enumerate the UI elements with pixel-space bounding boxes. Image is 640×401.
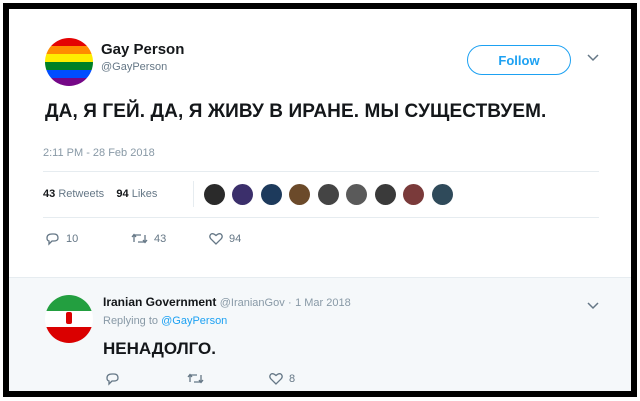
reply-like-count: 8 xyxy=(289,372,296,385)
stats-divider xyxy=(193,181,194,207)
liker-avatar[interactable] xyxy=(289,184,311,205)
likes-label: Likes xyxy=(131,188,158,200)
tweet-timestamp[interactable]: 2:11 PM - 28 Feb 2018 xyxy=(43,147,155,159)
liker-avatar[interactable] xyxy=(431,184,453,205)
chevron-down-icon[interactable] xyxy=(587,51,599,65)
reply-action[interactable]: 10 xyxy=(45,232,78,246)
divider xyxy=(43,171,599,172)
reply-retweet-action[interactable] xyxy=(187,372,204,385)
likes-count: 94 xyxy=(116,188,129,200)
reply-like-action[interactable]: 8 xyxy=(269,372,295,385)
liker-avatar[interactable] xyxy=(232,184,254,205)
retweet-icon xyxy=(187,373,204,384)
reply-separator: · xyxy=(288,297,292,309)
reply-header: Iranian Government @IranianGov · 1 Mar 2… xyxy=(103,295,351,309)
chevron-down-icon[interactable] xyxy=(587,299,599,313)
like-count: 94 xyxy=(229,232,242,245)
replying-to: Replying to @GayPerson xyxy=(103,315,227,327)
avatar-iranian-government[interactable] xyxy=(45,295,93,343)
retweets-stat[interactable]: 43 Retweets xyxy=(43,188,104,200)
reply-icon xyxy=(106,373,119,386)
author-name[interactable]: Gay Person xyxy=(101,41,184,58)
reply-reply-action[interactable] xyxy=(105,372,120,386)
reply-author-name[interactable]: Iranian Government xyxy=(103,295,216,309)
liker-avatar[interactable] xyxy=(374,184,396,205)
retweet-icon xyxy=(131,233,148,244)
tweet-text: ДА, Я ГЕЙ. ДА, Я ЖИВУ В ИРАНЕ. МЫ СУЩЕСТ… xyxy=(45,101,547,122)
reply-count: 10 xyxy=(66,233,79,245)
divider xyxy=(43,217,599,218)
replying-to-link[interactable]: @GayPerson xyxy=(161,315,227,327)
retweet-count: 43 xyxy=(154,232,167,245)
reply-text: НЕНАДОЛГО. xyxy=(103,339,216,358)
reply-date[interactable]: 1 Mar 2018 xyxy=(295,297,351,309)
liker-avatar[interactable] xyxy=(260,184,282,205)
tweet-stats: 43 Retweets 94 Likes xyxy=(43,188,157,200)
reply-author-handle[interactable]: @IranianGov xyxy=(220,297,285,309)
heart-icon xyxy=(209,233,223,245)
divider xyxy=(9,277,631,278)
author-handle[interactable]: @GayPerson xyxy=(101,61,167,73)
like-action[interactable]: 94 xyxy=(209,232,241,245)
retweets-label: Retweets xyxy=(58,188,105,200)
replying-prefix: Replying to xyxy=(103,315,159,327)
liker-avatar[interactable] xyxy=(204,184,225,205)
follow-button[interactable]: Follow xyxy=(467,45,571,75)
avatar-gay-person[interactable] xyxy=(45,38,93,86)
reply-icon xyxy=(46,233,59,246)
screenshot-frame: Gay Person @GayPerson Follow ДА, Я ГЕЙ. … xyxy=(3,3,637,397)
heart-icon xyxy=(269,373,283,385)
likers-avatars xyxy=(204,184,456,210)
retweet-action[interactable]: 43 xyxy=(131,232,166,245)
liker-avatar[interactable] xyxy=(317,184,339,205)
retweets-count: 43 xyxy=(43,188,56,200)
liker-avatar[interactable] xyxy=(403,184,425,205)
likes-stat[interactable]: 94 Likes xyxy=(116,188,157,200)
liker-avatar[interactable] xyxy=(346,184,368,205)
